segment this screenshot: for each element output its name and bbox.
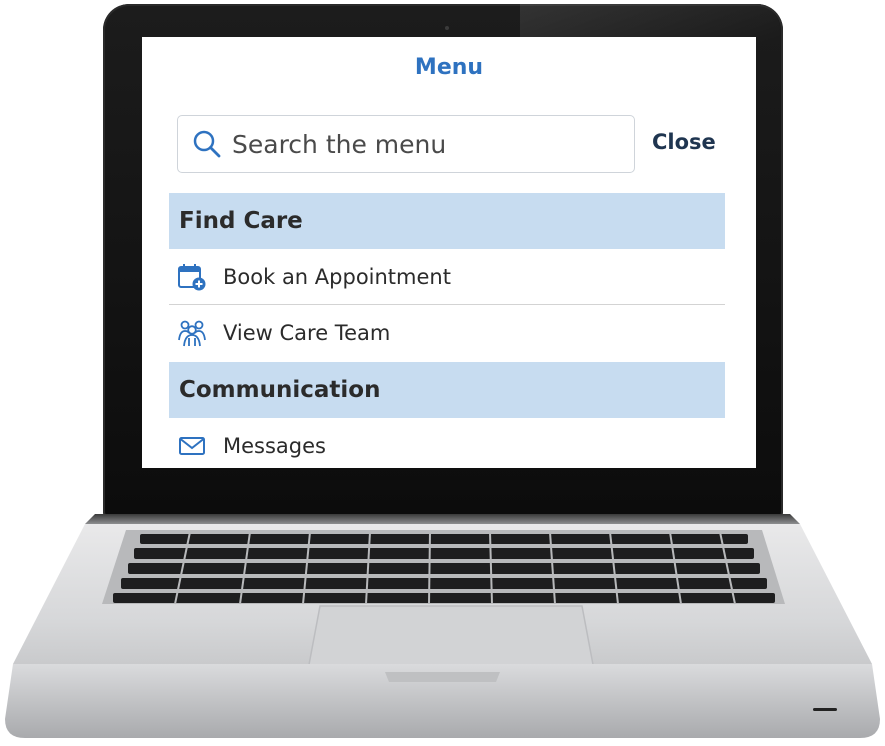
webcam bbox=[445, 26, 449, 30]
menu-item-label: View Care Team bbox=[223, 320, 391, 345]
close-button[interactable]: Close bbox=[652, 130, 716, 154]
laptop-base bbox=[0, 494, 885, 746]
menu-item-messages[interactable]: Messages bbox=[169, 418, 725, 468]
power-indicator bbox=[813, 708, 837, 711]
page-title: Menu bbox=[414, 55, 484, 80]
menu-item-book-appointment[interactable]: Book an Appointment bbox=[169, 249, 725, 304]
menu-item-view-care-team[interactable]: View Care Team bbox=[169, 305, 725, 360]
search-box[interactable] bbox=[177, 115, 635, 173]
section-header-find-care: Find Care bbox=[169, 193, 725, 249]
screen: Menu Close Find Care Book an Appointment bbox=[142, 37, 756, 468]
menu-item-label: Book an Appointment bbox=[223, 264, 451, 289]
search-input[interactable] bbox=[230, 128, 614, 160]
menu-item-label: Messages bbox=[223, 433, 326, 458]
search-icon bbox=[193, 130, 221, 158]
care-team-icon bbox=[178, 320, 206, 346]
calendar-add-icon bbox=[178, 263, 206, 290]
section-header-communication: Communication bbox=[169, 362, 725, 418]
envelope-icon bbox=[179, 436, 205, 455]
